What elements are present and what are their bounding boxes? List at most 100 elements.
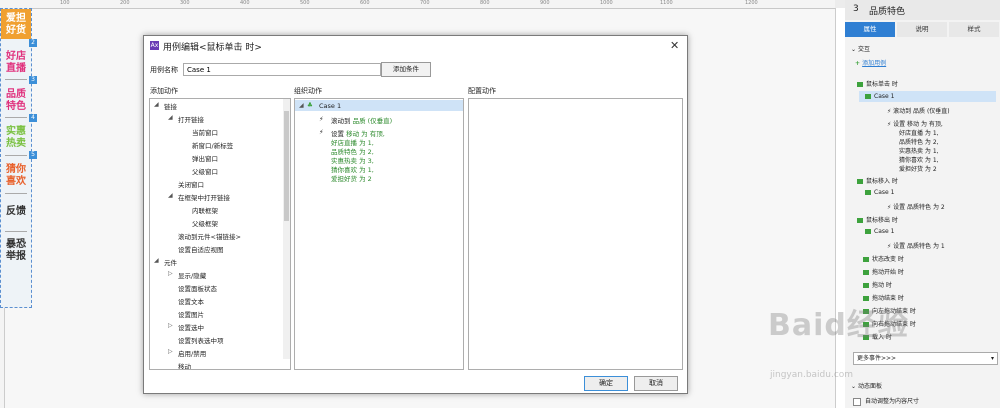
chevron-down-icon: ⌄	[851, 46, 858, 53]
nav-item-zhibo[interactable]: 好店 直播	[1, 51, 31, 75]
nav-item-caini[interactable]: 猜你 喜欢	[1, 164, 31, 188]
case-editor-dialog: Ax 用例编辑<鼠标单击 时> ✕ 用例名称 添加条件 添加动作 组织动作 配置…	[143, 35, 688, 394]
widget-number-badge[interactable]: 4	[29, 114, 37, 122]
tab-properties[interactable]: 属性	[845, 22, 895, 37]
tree-item[interactable]: 在框架中打开链接	[178, 192, 230, 202]
tree-item[interactable]: 新窗口/新标签	[192, 140, 233, 150]
tree-item[interactable]: 设置面板状态	[178, 283, 217, 293]
ruler-tick: 600	[360, 0, 370, 6]
case-row[interactable]: Case 1	[865, 228, 894, 235]
nav-label: 实惠	[6, 126, 26, 137]
section-dynamic-panel[interactable]: ⌄ 动态面板	[851, 381, 882, 390]
page-number: 3	[853, 4, 859, 14]
action-line: 猜你喜欢 为 1,	[899, 157, 939, 164]
auto-fit-checkbox[interactable]: 自动调整为内容尺寸	[853, 396, 919, 406]
nav-item-haohuo[interactable]: 爱担 好货	[1, 9, 31, 39]
canvas-scrollbar[interactable]	[835, 8, 845, 408]
tree-item[interactable]: 显示/隐藏	[178, 270, 206, 280]
event-icon	[863, 283, 869, 288]
case-label: Case 1	[319, 102, 342, 110]
add-case-link[interactable]: + 添加用例	[855, 58, 886, 67]
action-row[interactable]: 滚动到 品质 (仅垂直)	[331, 115, 392, 125]
dialog-titlebar[interactable]: Ax 用例编辑<鼠标单击 时> ✕	[144, 36, 687, 56]
ruler-tick: 500	[300, 0, 310, 6]
add-action-tree[interactable]: ◢ 链接 ◢ 打开链接 当前窗口 新窗口/新标签 弹出窗口 父级窗口 关闭窗口 …	[149, 98, 291, 370]
lightning-icon: ⚡	[319, 128, 324, 136]
tree-item[interactable]: 设置图片	[178, 309, 204, 319]
event-row[interactable]: 拖动开始 时	[863, 267, 904, 276]
add-condition-button[interactable]: 添加条件	[381, 62, 431, 77]
action-row[interactable]: ⚡ 设置 品质特色 为 1	[887, 241, 945, 250]
action-label: 滚动到 品质 (仅垂直)	[893, 108, 950, 115]
nav-item-fankui[interactable]: 反馈	[1, 206, 31, 218]
tree-item[interactable]: 元件	[164, 257, 177, 267]
close-icon[interactable]: ✕	[670, 39, 679, 52]
action-line: 爱担好货 为 2	[331, 175, 372, 183]
action-row[interactable]: ⚡ 设置 品质特色 为 2	[887, 202, 945, 211]
event-label: 拖动开始 时	[872, 269, 904, 276]
event-row[interactable]: 鼠标移出 时	[857, 215, 898, 224]
baidu-watermark-url: jingyan.baidu.com	[770, 370, 854, 380]
chevron-down-icon: ▾	[990, 355, 994, 362]
event-row[interactable]: 鼠标单击 时	[857, 79, 898, 88]
tree-item[interactable]: 设置列表选中项	[178, 335, 224, 345]
tree-item[interactable]: 内联框架	[192, 205, 218, 215]
event-icon	[857, 218, 863, 223]
more-events-dropdown[interactable]: 更多事件>>> ▾	[853, 352, 998, 365]
case-name-input[interactable]	[183, 63, 381, 76]
case-row[interactable]: Case 1	[865, 189, 894, 196]
cancel-button[interactable]: 取消	[634, 376, 678, 391]
scroll-thumb[interactable]	[284, 111, 289, 221]
tree-scrollbar[interactable]	[283, 99, 290, 359]
configure-action-label: 配置动作	[468, 87, 496, 95]
checkbox-box[interactable]	[853, 397, 861, 406]
configure-action-panel[interactable]	[468, 98, 683, 370]
action-row[interactable]: ⚡ 设置 移动 为 有顶,	[887, 119, 943, 128]
tree-item[interactable]: 移动	[178, 361, 191, 369]
widget-number-badge[interactable]: 2	[29, 39, 37, 47]
widget-number-badge[interactable]: 3	[29, 76, 37, 84]
ok-button[interactable]: 确定	[584, 376, 628, 391]
event-row[interactable]: 拖动 时	[863, 280, 892, 289]
ruler-tick: 1100	[660, 0, 673, 6]
event-label: 状态改变 时	[872, 256, 904, 263]
widget-name[interactable]: 品质特色	[869, 4, 905, 17]
nav-label: 举报	[6, 251, 26, 262]
case-label: Case 1	[874, 228, 895, 235]
tree-item[interactable]: 启用/禁用	[178, 348, 206, 358]
tree-item[interactable]: 设置文本	[178, 296, 204, 306]
section-label: 交互	[857, 46, 870, 53]
nav-label: 喜欢	[6, 176, 26, 187]
tree-item[interactable]: 链接	[164, 101, 177, 111]
top-ruler: 100 200 300 400 500 600 700 800 900 1000…	[0, 0, 835, 9]
inspector-header: 3 品质特色	[845, 0, 1000, 20]
widget-number-badge[interactable]: 5	[29, 151, 37, 159]
tree-item[interactable]: 父级窗口	[192, 166, 218, 176]
tree-item[interactable]: 设置自适应视图	[178, 244, 224, 254]
event-icon	[857, 82, 863, 87]
tree-item[interactable]: 当前窗口	[192, 127, 218, 137]
tree-item[interactable]: 关闭窗口	[178, 179, 204, 189]
tab-style[interactable]: 样式	[949, 22, 999, 37]
nav-item-pinzhi[interactable]: 品质 特色	[1, 89, 31, 113]
tree-item[interactable]: 父级框架	[192, 218, 218, 228]
tree-item[interactable]: 打开链接	[178, 114, 204, 124]
ruler-tick: 900	[540, 0, 550, 6]
tree-item[interactable]: 弹出窗口	[192, 153, 218, 163]
section-interaction[interactable]: ⌄ 交互	[851, 44, 870, 53]
case-row[interactable]: Case 1	[865, 93, 894, 100]
tree-item[interactable]: 设置选中	[178, 322, 204, 332]
tab-notes[interactable]: 说明	[897, 22, 947, 37]
organize-action-panel[interactable]: ◢ ♣ Case 1 ⚡ 滚动到 品质 (仅垂直) ⚡ 设置 移动 为 有顶, …	[294, 98, 464, 370]
action-row[interactable]: ⚡ 滚动到 品质 (仅垂直)	[887, 106, 950, 115]
nav-item-baokong[interactable]: 暴恐 举报	[1, 239, 31, 263]
left-nav-widget[interactable]: 爱担 好货 好店 直播 品质 特色 实惠 热卖 猜你 喜欢 反馈 暴恐 举报	[0, 8, 32, 308]
baidu-watermark: Baid经验	[768, 308, 909, 343]
tree-item[interactable]: 滚动到元件<锚链接>	[178, 231, 241, 241]
event-row[interactable]: 状态改变 时	[863, 254, 904, 263]
checkbox-label: 自动调整为内容尺寸	[865, 398, 920, 405]
nav-label: 直播	[6, 63, 26, 74]
case-label: Case 1	[874, 93, 895, 100]
nav-item-shihui[interactable]: 实惠 热卖	[1, 126, 31, 150]
event-row[interactable]: 鼠标移入 时	[857, 176, 898, 185]
